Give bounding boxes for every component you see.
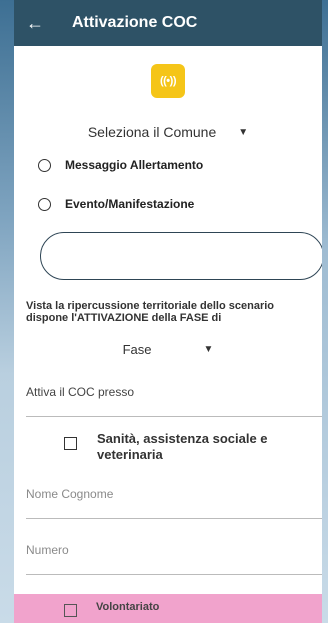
divider (26, 574, 322, 575)
nome-cognome-input[interactable]: Nome Cognome (26, 487, 322, 501)
app-bar: ← Attivazione COC (14, 0, 322, 46)
logo-container: ((•)) (14, 64, 322, 98)
broadcast-icon: ((•)) (151, 64, 185, 98)
radio-evento-manifestazione[interactable]: Evento/Manifestazione (38, 197, 322, 211)
chevron-down-icon: ▼ (238, 126, 249, 138)
checkbox[interactable] (64, 604, 77, 617)
checkbox-sanita-label: Sanità, assistenza sociale e veterinaria (97, 431, 268, 462)
comune-dropdown[interactable]: Seleziona il Comune ▼ (88, 124, 248, 140)
volontariato-row-highlight: Volontariato (14, 594, 322, 623)
fase-dropdown[interactable]: Fase ▼ (123, 342, 214, 357)
back-arrow-icon[interactable]: ← (26, 13, 54, 34)
radio-messaggio-allertamento[interactable]: Messaggio Allertamento (38, 158, 322, 172)
radio-button[interactable] (38, 197, 51, 211)
fase-select-row: Fase ▼ (14, 342, 322, 357)
radio-button[interactable] (38, 158, 51, 172)
background-left-panel (0, 0, 14, 623)
radio-label: Evento/Manifestazione (65, 197, 195, 211)
checkbox-volontariato-label: Volontariato (96, 601, 160, 613)
numero-input[interactable]: Numero (26, 543, 322, 557)
divider (26, 518, 322, 519)
checkbox-sanita-row[interactable]: Sanità, assistenza sociale e veterinaria (64, 431, 322, 463)
divider (26, 416, 322, 417)
chevron-down-icon: ▼ (203, 344, 214, 355)
background-right-panel (322, 0, 328, 623)
comune-dropdown-label: Seleziona il Comune (87, 124, 217, 140)
activation-screen: ← Attivazione COC ((•)) Seleziona il Com… (14, 0, 322, 623)
coc-location-field[interactable]: Attiva il COC presso (26, 385, 322, 399)
scenario-description: Vista la ripercussione territoriale dell… (26, 300, 275, 324)
event-text-input[interactable] (40, 232, 322, 280)
checkbox[interactable] (64, 437, 77, 450)
page-title: Attivazione COC (72, 14, 198, 31)
radio-label: Messaggio Allertamento (65, 158, 204, 172)
comune-select-row: Seleziona il Comune ▼ (14, 124, 322, 140)
fase-dropdown-label: Fase (122, 342, 152, 357)
